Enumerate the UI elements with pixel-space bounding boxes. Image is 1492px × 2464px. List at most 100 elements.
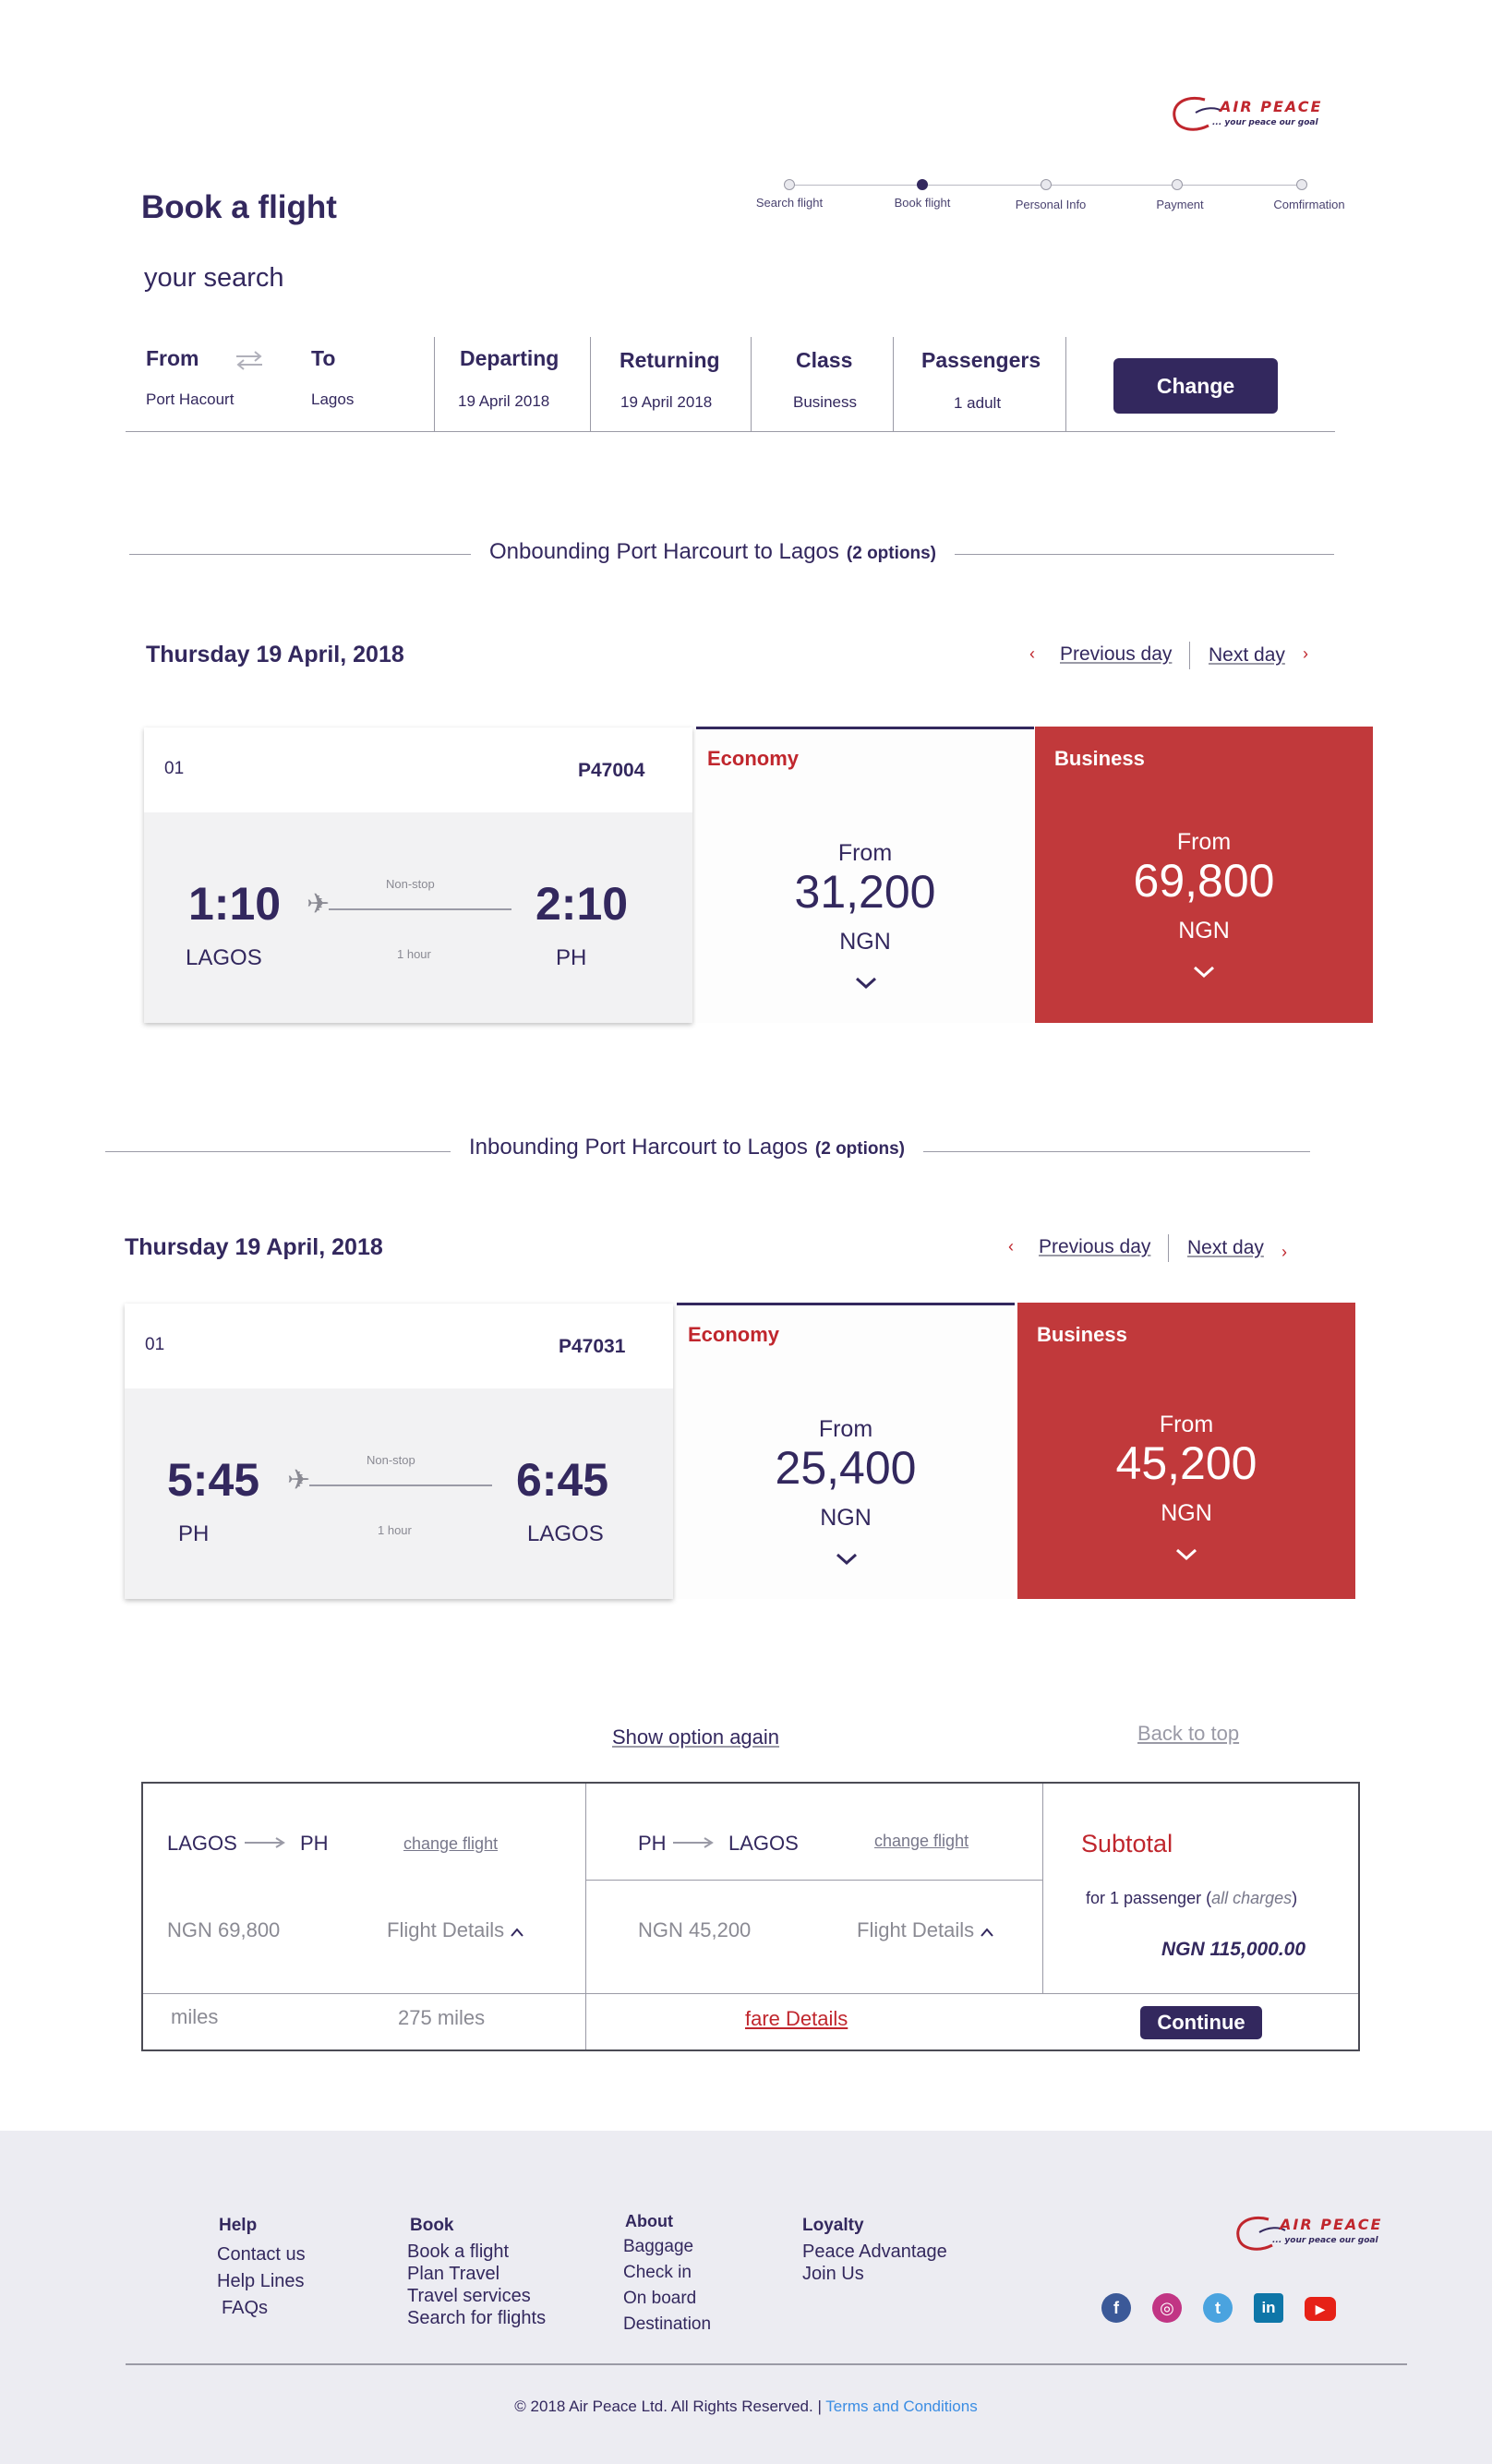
step-label-payment[interactable]: Payment	[1106, 198, 1254, 211]
leg1-flight-details-toggle[interactable]: Flight Details	[387, 1918, 524, 1942]
footer-check-in-link[interactable]: Check in	[623, 2260, 711, 2286]
returning-value[interactable]: 19 April 2018	[620, 393, 712, 412]
fare-from: From	[1176, 829, 1232, 855]
class-value[interactable]: Business	[793, 393, 857, 412]
step-label-personal[interactable]: Personal Info	[977, 198, 1125, 211]
footer-travel-services-link[interactable]: Travel services	[407, 2285, 546, 2307]
onbound-economy-fare[interactable]: Economy From 31,200 NGN	[696, 727, 1034, 1023]
fare-from: From	[1159, 1412, 1214, 1437]
leg2-flight-details-toggle[interactable]: Flight Details	[857, 1918, 994, 1942]
leg1-change-flight-link[interactable]: change flight	[403, 1834, 498, 1854]
onbound-flight-card[interactable]: 01 P47004 1:10 LAGOS ✈ Non-stop 1 hour 2…	[144, 727, 692, 1023]
departure-time: 1:10	[188, 878, 282, 930]
footer-book-flight-link[interactable]: Book a flight	[407, 2241, 546, 2263]
swap-icon[interactable]	[235, 350, 264, 370]
to-value[interactable]: Lagos	[311, 391, 354, 409]
departure-time: 5:45	[167, 1454, 260, 1506]
step-label-book[interactable]: Book flight	[848, 196, 996, 210]
onbound-business-fare[interactable]: Business From 69,800 NGN	[1035, 727, 1373, 1023]
inbound-business-fare[interactable]: Business From 45,200 NGN	[1017, 1303, 1355, 1599]
economy-currency: NGN	[820, 1505, 872, 1531]
arrow-right-icon	[673, 1837, 714, 1848]
subtotal-passenger-note: for 1 passenger (all charges)	[1086, 1889, 1297, 1908]
flight-code: P47031	[559, 1336, 626, 1357]
step-label-confirmation[interactable]: Comfirmation	[1235, 198, 1383, 211]
step-dot-book[interactable]	[917, 179, 928, 190]
step-dot-payment[interactable]	[1172, 179, 1183, 190]
business-label: Business	[1037, 1323, 1127, 1346]
inbound-day-navigation: ‹ Previous day Next day ›	[1008, 1234, 1304, 1266]
chevron-right-icon[interactable]: ›	[1281, 1243, 1287, 1262]
footer-brand-logo[interactable]: AIR PEACE ... your peace our goal	[1232, 2212, 1389, 2267]
onbound-previous-day-link[interactable]: Previous day	[1060, 643, 1172, 666]
divider	[585, 1880, 1042, 1881]
class-label: Class	[796, 348, 853, 372]
footer-about-column: About Baggage Check in On board Destinat…	[623, 2212, 711, 2338]
step-dot-confirmation[interactable]	[1296, 179, 1307, 190]
business-currency: NGN	[1161, 1500, 1212, 1526]
step-dot-personal[interactable]	[1041, 179, 1052, 190]
inbound-date: Thursday 19 April, 2018	[125, 1234, 383, 1260]
business-label: Business	[1054, 747, 1145, 770]
onbound-heading-text: Onbounding Port Harcourt to Lagos	[489, 539, 839, 564]
footer-join-us-link[interactable]: Join Us	[802, 2263, 947, 2285]
brand-logo[interactable]: AIR PEACE ... your peace our goal	[1168, 92, 1325, 148]
step-label-search[interactable]: Search flight	[716, 196, 863, 210]
terms-conditions-link[interactable]: Terms and Conditions	[825, 2398, 977, 2415]
footer-baggage-link[interactable]: Baggage	[623, 2234, 711, 2260]
show-option-again-link[interactable]: Show option again	[612, 1725, 779, 1749]
leg2-change-flight-link[interactable]: change flight	[874, 1832, 969, 1851]
search-bar-bottom-line	[126, 431, 1335, 432]
passengers-value[interactable]: 1 adult	[954, 394, 1001, 413]
linkedin-icon[interactable]: in	[1254, 2293, 1283, 2323]
footer-about-title: About	[625, 2212, 673, 2230]
search-summary-bar: From To Port Hacourt Lagos Departing 19 …	[126, 337, 1335, 434]
onbound-day-navigation: ‹ Previous day Next day ›	[1029, 642, 1325, 673]
to-label: To	[311, 346, 336, 370]
inbound-previous-day-link[interactable]: Previous day	[1039, 1236, 1150, 1258]
footer-destination-link[interactable]: Destination	[623, 2312, 711, 2338]
footer-loyalty-title: Loyalty	[802, 2216, 864, 2235]
leg2-to: LAGOS	[728, 1832, 799, 1855]
change-search-button[interactable]: Change	[1113, 358, 1278, 414]
from-value[interactable]: Port Hacourt	[146, 391, 234, 409]
footer-book-title: Book	[410, 2216, 454, 2235]
chevron-down-icon[interactable]	[1175, 1548, 1197, 1561]
back-to-top-link[interactable]: Back to top	[1137, 1722, 1239, 1746]
fare-details-link[interactable]: fare Details	[745, 2007, 848, 2031]
page-subtitle: your search	[144, 263, 284, 293]
fare-from: From	[837, 840, 893, 866]
youtube-icon[interactable]: ▶	[1305, 2297, 1336, 2321]
footer-faqs-link[interactable]: FAQs	[222, 2297, 306, 2319]
business-currency: NGN	[1178, 918, 1230, 944]
inbound-economy-fare[interactable]: Economy From 25,400 NGN	[677, 1303, 1015, 1599]
step-dot-search[interactable]	[784, 179, 795, 190]
onbound-next-day-link[interactable]: Next day	[1209, 644, 1285, 667]
inbound-flight-card[interactable]: 01 P47031 5:45 PH ✈ Non-stop 1 hour 6:45…	[125, 1304, 673, 1599]
onbound-date: Thursday 19 April, 2018	[146, 642, 404, 667]
chevron-left-icon[interactable]: ‹	[1008, 1237, 1014, 1256]
chevron-left-icon[interactable]: ‹	[1029, 644, 1035, 664]
facebook-icon[interactable]: f	[1101, 2293, 1131, 2323]
arrival-city: LAGOS	[527, 1521, 604, 1546]
chevron-down-icon[interactable]	[1193, 966, 1215, 979]
continue-button[interactable]: Continue	[1140, 2006, 1262, 2039]
departing-value[interactable]: 19 April 2018	[458, 392, 549, 411]
footer-help-lines-link[interactable]: Help Lines	[217, 2270, 306, 2292]
footer-on-board-link[interactable]: On board	[623, 2286, 711, 2312]
instagram-icon[interactable]: ◎	[1152, 2293, 1182, 2323]
inbound-next-day-link[interactable]: Next day	[1187, 1237, 1264, 1259]
passengers-label: Passengers	[921, 348, 1041, 372]
footer-plan-travel-link[interactable]: Plan Travel	[407, 2263, 546, 2285]
chevron-right-icon[interactable]: ›	[1303, 644, 1308, 664]
inbound-heading: Inbounding Port Harcourt to Lagos (2 opti…	[451, 1135, 924, 1160]
leg1-from: LAGOS	[167, 1832, 237, 1855]
footer-peace-advantage-link[interactable]: Peace Advantage	[802, 2241, 947, 2263]
footer-contact-us-link[interactable]: Contact us	[217, 2243, 306, 2266]
footer-search-flights-link[interactable]: Search for flights	[407, 2307, 546, 2329]
chevron-down-icon[interactable]	[836, 1553, 858, 1566]
leg2-flight-details-label: Flight Details	[857, 1918, 975, 1941]
leg2-price: NGN 45,200	[638, 1918, 752, 1941]
chevron-down-icon[interactable]	[855, 977, 877, 990]
twitter-icon[interactable]: t	[1203, 2293, 1233, 2323]
